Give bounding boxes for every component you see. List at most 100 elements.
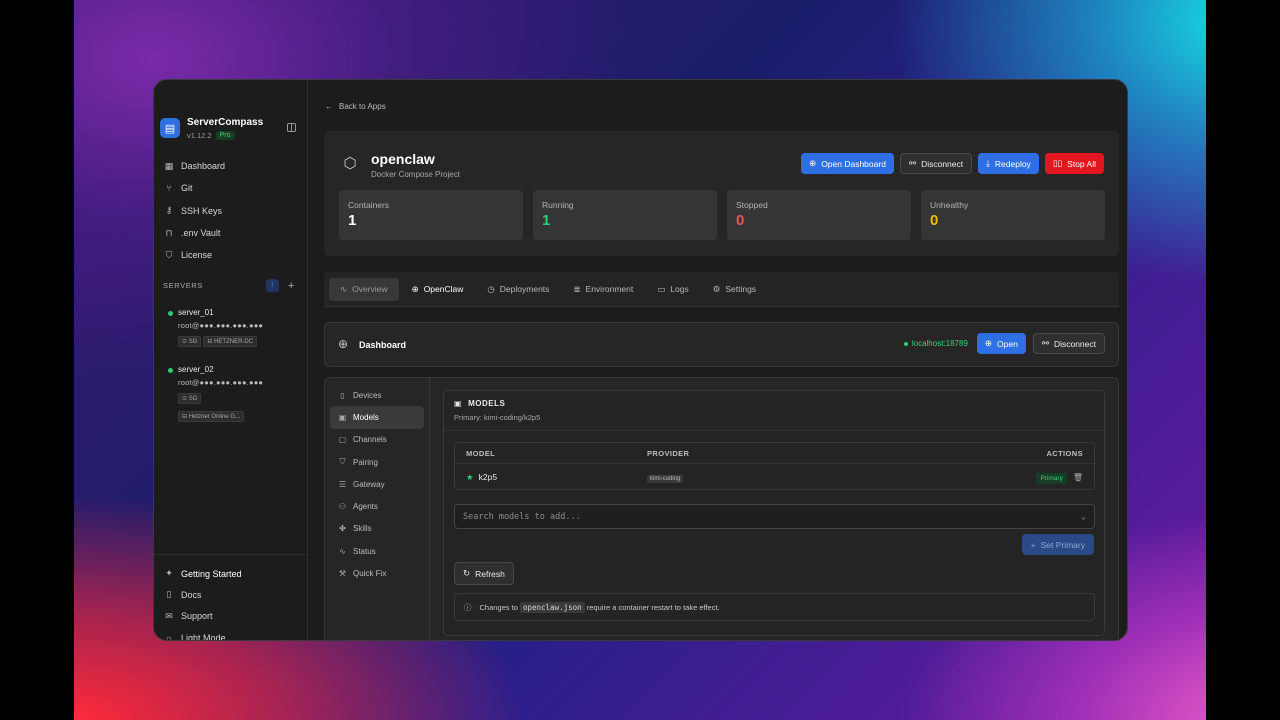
sidebar-item-docs[interactable]: ▯ Docs — [164, 584, 298, 605]
server-user: root@●●●.●●●.●●●.●●● — [178, 378, 264, 387]
sidebar-item-label: Docs — [181, 589, 202, 600]
subnav: ▯ Devices ▣ Models ▢ Channels ⛉ Pairing ☰ Gat… — [325, 378, 430, 640]
open-button[interactable]: ⊕ Open — [976, 333, 1026, 354]
table-header: MODEL PROVIDER ACTIONS — [455, 443, 1094, 464]
table-row[interactable]: ★ k2p5 kimi-coding Primary 🗑 — [455, 464, 1094, 490]
stat-value: 0 — [930, 212, 939, 229]
server-name: server_01 — [178, 308, 214, 317]
star-icon: ★ — [466, 471, 474, 482]
stop-all-button[interactable]: ▯▯ Stop All — [1044, 153, 1104, 174]
sidebar-item-getting-started[interactable]: ✦ Getting Started — [164, 563, 298, 584]
back-link[interactable]: ← Back to Apps — [325, 102, 386, 111]
provider-tag-label: Hetzner Online G... — [188, 414, 241, 420]
disconnect-button[interactable]: ⚯ Disconnect — [899, 153, 973, 174]
info-icon[interactable]: i — [265, 279, 279, 292]
add-server-button[interactable]: + — [288, 280, 295, 292]
trash-icon[interactable]: 🗑 — [1073, 473, 1083, 482]
stat-label: Running — [542, 200, 574, 210]
sidebar-item-support[interactable]: ✉ Support — [164, 606, 298, 627]
gear-icon: ⚙ — [712, 283, 721, 294]
server-name: server_02 — [178, 365, 214, 374]
sidebar-item-label: .env Vault — [181, 228, 221, 239]
subnav-status[interactable]: ∿ Status — [330, 540, 424, 562]
tab-logs[interactable]: ▭ Logs — [646, 278, 699, 301]
sidebar-item-label: Getting Started — [181, 568, 242, 579]
sidebar-item-env-vault[interactable]: ⊓ .env Vault — [164, 222, 304, 244]
set-primary-button[interactable]: + Set Primary — [1021, 534, 1094, 555]
stat-stopped: Stopped 0 — [727, 190, 911, 240]
server-icon: ☰ — [338, 479, 347, 489]
subnav-quick-fix[interactable]: ⚒ Quick Fix — [330, 562, 424, 584]
tab-label: Environment — [585, 284, 634, 294]
redeploy-button[interactable]: ⤓ Redeploy — [978, 153, 1039, 174]
button-label: Set Primary — [1040, 539, 1085, 550]
config-filename: openclaw.json — [519, 601, 585, 613]
sidebar-footer: ✦ Getting Started ▯ Docs ✉ Support ☼ Light M… — [154, 554, 308, 641]
subnav-label: Gateway — [353, 479, 385, 489]
sidebar: ▤ ServerCompass v1.12.2 Pro ▦ Dashboard ⑂… — [154, 80, 308, 640]
chip-icon: ▣ — [338, 412, 347, 422]
subnav-label: Skills — [353, 524, 372, 534]
local-address[interactable]: localhost:18789 — [903, 339, 968, 348]
clock-icon: ◷ — [487, 283, 495, 294]
tab-label: Overview — [352, 284, 388, 294]
header-actions: ⊕ Open Dashboard ⚯ Disconnect ⤓ Redeploy ▯▯… — [801, 153, 1104, 174]
info-icon: ⓘ — [464, 602, 472, 612]
open-dashboard-button[interactable]: ⊕ Open Dashboard — [801, 153, 894, 174]
button-label: Disconnect — [921, 158, 964, 169]
grid-icon: ▦ — [164, 160, 174, 171]
model-name: k2p5 — [478, 471, 498, 482]
subnav-label: Pairing — [353, 457, 378, 467]
stat-label: Unhealthy — [930, 200, 969, 210]
subnav-channels[interactable]: ▢ Channels — [330, 429, 424, 451]
server-item[interactable]: server_02 root@●●●.●●●.●●●.●●● ⊙ SG ⊟ He… — [168, 365, 298, 423]
page-subtitle: Docker Compose Project — [371, 170, 460, 179]
sidebar-item-git[interactable]: ⑂ Git — [164, 177, 304, 199]
server-item[interactable]: server_01 root@●●●.●●●.●●●.●●● ⊙ SG ⊟ HET… — [168, 308, 298, 348]
subnav-pairing[interactable]: ⛉ Pairing — [330, 451, 424, 473]
plus-icon: + — [1030, 539, 1036, 550]
app-header-card: ⬡ openclaw Docker Compose Project ⊕ Open … — [324, 131, 1119, 256]
sidebar-item-light-mode[interactable]: ☼ Light Mode — [164, 627, 298, 641]
subnav-label: Status — [353, 546, 376, 556]
sidebar-item-license[interactable]: ⛉ License — [164, 244, 304, 266]
sidebar-item-ssh-keys[interactable]: ⚷ SSH Keys — [164, 200, 304, 222]
tab-deployments[interactable]: ◷ Deployments — [476, 278, 560, 301]
users-icon: ⚇ — [338, 502, 347, 512]
search-models-input[interactable]: Search models to add... ⌄ — [454, 504, 1095, 529]
column-header: ACTIONS — [1046, 448, 1083, 458]
app-logo-icon: ▤ — [160, 118, 180, 138]
stat-value: 0 — [736, 212, 745, 229]
button-label: Stop All — [1067, 158, 1096, 169]
servers-heading: SERVERS i + — [163, 279, 295, 292]
globe-icon: ⊕ — [984, 338, 993, 348]
tab-openclaw[interactable]: ⊕ OpenClaw — [401, 278, 475, 301]
sidebar-item-label: Dashboard — [181, 161, 226, 172]
sidebar-item-dashboard[interactable]: ▦ Dashboard — [164, 155, 304, 177]
note-text: Changes to — [479, 602, 518, 612]
stat-label: Stopped — [736, 200, 768, 210]
globe-icon: ⊕ — [809, 158, 817, 168]
subnav-agents[interactable]: ⚇ Agents — [330, 495, 424, 517]
subnav-skills[interactable]: ✤ Skills — [330, 518, 424, 540]
app-version: v1.12.2 — [187, 131, 212, 140]
tab-overview[interactable]: ∿ Overview — [329, 277, 399, 301]
subnav-gateway[interactable]: ☰ Gateway — [330, 473, 424, 495]
refresh-button[interactable]: ↻ Refresh — [454, 562, 514, 585]
subnav-label: Models — [353, 412, 379, 422]
note-text: require a container restart to take effe… — [586, 602, 720, 612]
tab-settings[interactable]: ⚙ Settings — [702, 278, 767, 301]
provider-tag-label: HETZNER-DC — [214, 339, 254, 345]
unlink-icon: ⚯ — [908, 158, 917, 168]
sidebar-item-label: Light Mode — [181, 632, 226, 641]
region-tag: ⊙ SG — [178, 393, 202, 404]
local-address-label: localhost:18789 — [911, 339, 968, 348]
stat-value: 1 — [542, 212, 551, 229]
subnav-models[interactable]: ▣ Models — [330, 406, 424, 429]
subnav-devices[interactable]: ▯ Devices — [330, 384, 424, 406]
sidebar-collapse-icon[interactable] — [287, 123, 296, 132]
region-tag-label: SG — [188, 396, 198, 402]
dashboard-disconnect-button[interactable]: ⚯ Disconnect — [1032, 333, 1105, 354]
tab-environment[interactable]: ≣ Environment — [562, 278, 644, 301]
plan-badge: Pro — [215, 131, 235, 140]
